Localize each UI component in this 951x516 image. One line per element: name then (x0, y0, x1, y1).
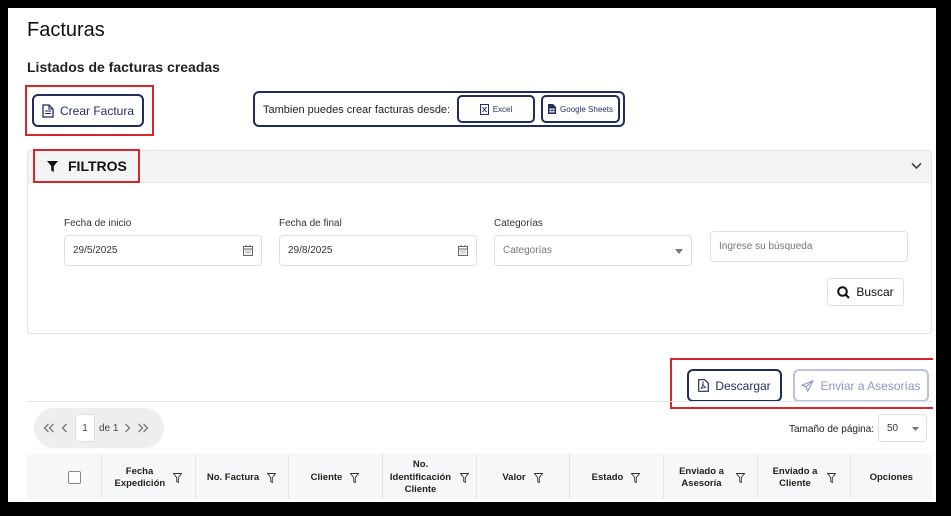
search-button-label: Buscar (856, 285, 894, 299)
page-subtitle: Listados de facturas creadas (27, 59, 220, 75)
download-label: Descargar (715, 378, 771, 393)
filters-title-label: FILTROS (68, 158, 127, 174)
dropdown-caret-icon (912, 427, 919, 431)
column-filter-icon[interactable] (827, 473, 836, 483)
column-filter-icon[interactable] (735, 473, 745, 483)
end-date-value: 29/8/2025 (288, 245, 333, 256)
table-top-divider (27, 401, 932, 402)
last-page-icon[interactable] (137, 423, 149, 433)
page-total-label: de 1 (99, 422, 119, 434)
categories-label: Categorías (494, 218, 543, 229)
start-date-label: Fecha de inicio (64, 218, 132, 229)
download-button[interactable]: Descargar (687, 369, 782, 402)
column-enviado-asesoria[interactable]: Enviado a Asesoría (663, 454, 758, 499)
first-page-icon[interactable] (43, 423, 55, 433)
search-button[interactable]: Buscar (827, 278, 904, 306)
search-input[interactable]: Ingrese su búsqueda (710, 231, 908, 262)
table-header-row: Fecha Expedición No. Factura Cliente No.… (27, 454, 932, 499)
start-date-value: 29/5/2025 (73, 245, 118, 256)
page-size-value: 50 (887, 422, 899, 434)
column-opciones: Opciones (869, 471, 913, 483)
column-cliente[interactable]: Cliente (288, 454, 383, 499)
calendar-icon[interactable] (458, 245, 468, 256)
invoices-table: Fecha Expedición No. Factura Cliente No.… (27, 454, 932, 499)
app-window: Facturas Listados de facturas creadas Cr… (8, 8, 936, 502)
categories-placeholder: Categorías (503, 245, 552, 256)
end-date-label: Fecha de final (279, 218, 342, 229)
filters-title[interactable]: FILTROS (47, 158, 127, 174)
search-icon (837, 285, 851, 299)
document-icon (42, 103, 54, 118)
send-to-advisors-button[interactable]: Enviar a Asesorías (793, 369, 929, 402)
paper-plane-icon (801, 379, 815, 392)
end-date-input[interactable]: 29/8/2025 (279, 235, 477, 266)
filter-icon (47, 160, 58, 172)
column-valor[interactable]: Valor (476, 454, 570, 499)
column-enviado-cliente[interactable]: Enviado a Cliente (757, 454, 851, 499)
google-sheets-icon (548, 104, 557, 114)
create-invoice-button[interactable]: Crear Factura (32, 94, 144, 127)
excel-label: Excel (492, 104, 513, 114)
select-all-checkbox[interactable] (67, 471, 81, 485)
page-size-select[interactable]: 50 (878, 414, 927, 442)
page-size-label: Tamaño de página: (789, 424, 875, 435)
page-title: Facturas (27, 19, 105, 41)
column-filter-icon[interactable] (172, 473, 182, 483)
column-filter-icon[interactable] (631, 473, 641, 483)
create-invoice-label: Crear Factura (59, 103, 135, 118)
current-page-input[interactable]: 1 (75, 414, 95, 442)
column-fecha-expedicion[interactable]: Fecha Expedición (101, 454, 196, 499)
calendar-icon[interactable] (243, 245, 253, 256)
start-date-input[interactable]: 29/5/2025 (64, 235, 262, 266)
send-to-advisors-label: Enviar a Asesorías (820, 378, 921, 393)
column-filter-icon[interactable] (267, 473, 277, 483)
import-sources-label: Tambien puedes crear facturas desde: (263, 104, 451, 116)
excel-button[interactable]: Excel (457, 95, 535, 123)
search-placeholder: Ingrese su búsqueda (719, 241, 813, 252)
page-content: Facturas Listados de facturas creadas Cr… (11, 11, 933, 499)
column-filter-icon[interactable] (459, 473, 469, 483)
chevron-down-icon[interactable] (911, 162, 922, 170)
column-filter-icon[interactable] (533, 473, 543, 483)
column-no-identificacion[interactable]: No. Identificación Cliente (382, 454, 477, 499)
previous-page-icon[interactable] (61, 423, 68, 433)
excel-icon (479, 103, 489, 115)
column-estado[interactable]: Estado (569, 454, 664, 499)
select-all-cell (48, 454, 102, 499)
column-no-factura[interactable]: No. Factura (195, 454, 289, 499)
pdf-icon (698, 379, 710, 392)
filters-panel: Fecha de inicio 29/5/2025 Fecha de final… (27, 150, 932, 334)
row-spacer (27, 454, 48, 499)
next-page-icon[interactable] (124, 423, 131, 433)
column-filter-icon[interactable] (350, 473, 360, 483)
categories-select[interactable]: Categorías (494, 235, 692, 266)
google-sheets-label: Google Sheets (560, 104, 613, 114)
filters-header[interactable] (28, 151, 931, 183)
pagination: 1 de 1 (34, 408, 164, 448)
dropdown-caret-icon (675, 249, 683, 254)
google-sheets-button[interactable]: Google Sheets (541, 95, 620, 123)
